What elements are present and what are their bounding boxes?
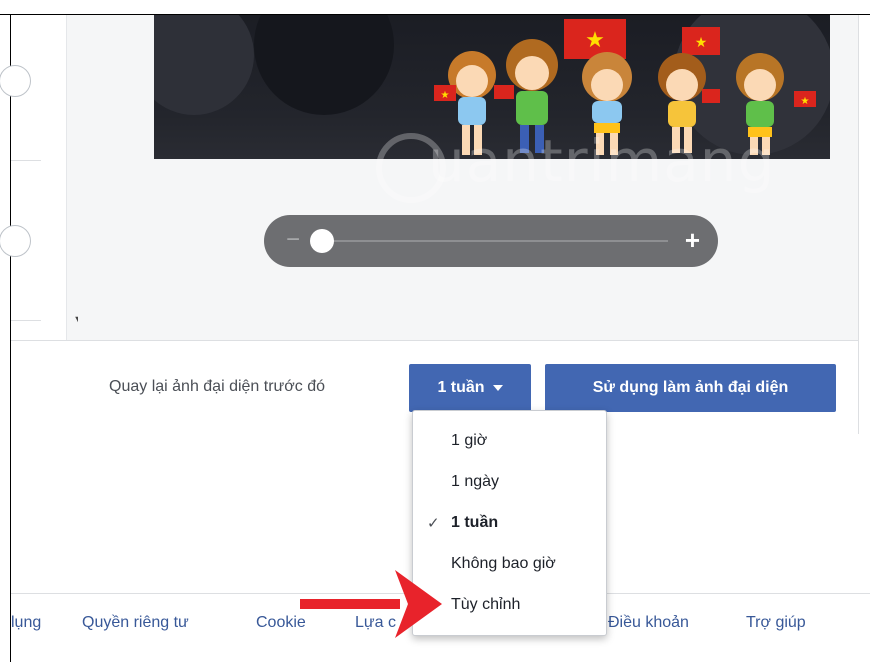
footer-link-help[interactable]: Trợ giúp	[746, 614, 806, 632]
footer-link-terms[interactable]: Điều khoản	[608, 614, 689, 632]
footer-link-cookie[interactable]: Cookie	[256, 614, 306, 632]
revert-label: Quay lại ảnh đại diện trước đó	[109, 378, 325, 395]
zoom-in-icon[interactable]: +	[685, 225, 700, 255]
menu-item-1-day[interactable]: 1 ngày	[413, 462, 606, 502]
option-divider	[11, 160, 41, 161]
chevron-down-icon	[492, 385, 503, 391]
zoom-slider[interactable]: − +	[264, 215, 718, 267]
options-list-panel	[0, 15, 66, 340]
svg-text:★: ★	[801, 96, 810, 107]
option-divider	[11, 320, 41, 321]
footer-link-terms-partial[interactable]: lụng	[11, 614, 41, 632]
svg-text:★: ★	[441, 90, 450, 101]
menu-item-1-week[interactable]: ✓ 1 tuần	[413, 503, 606, 543]
menu-item-1-hour[interactable]: 1 giờ	[413, 421, 606, 461]
zoom-track[interactable]	[314, 240, 668, 242]
svg-text:★: ★	[695, 34, 708, 50]
watermark-text: uantrimang	[428, 127, 776, 195]
profile-picture-dialog: ▼▼ ★	[0, 15, 859, 434]
duration-dropdown-button[interactable]: 1 tuần	[409, 364, 531, 412]
zoom-out-icon[interactable]: −	[286, 226, 300, 254]
footer-link-privacy[interactable]: Quyền riêng tư	[82, 614, 189, 632]
photo-preview-area: ★ ★ ★ ★ uantrimang − +	[78, 15, 858, 340]
use-button-label: Sử dụng làm ảnh đại diện	[592, 379, 789, 396]
duration-button-label: 1 tuần	[437, 379, 485, 396]
zoom-handle[interactable]	[310, 229, 334, 253]
red-arrow-icon	[300, 570, 442, 638]
check-icon: ✓	[427, 515, 440, 532]
option-radio[interactable]	[0, 65, 31, 97]
svg-text:★: ★	[585, 27, 605, 52]
option-radio[interactable]	[0, 225, 31, 257]
use-as-profile-picture-button[interactable]: Sử dụng làm ảnh đại diện	[545, 364, 836, 412]
